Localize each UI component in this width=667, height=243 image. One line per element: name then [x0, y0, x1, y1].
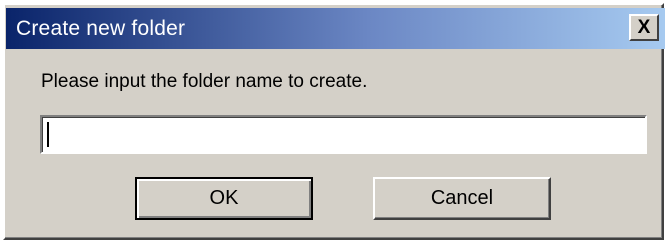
- window-title: Create new folder: [16, 16, 186, 40]
- close-icon: X: [637, 17, 651, 38]
- close-button[interactable]: X: [629, 14, 659, 41]
- title-bar[interactable]: Create new folder X: [6, 8, 665, 49]
- prompt-label: Please input the folder name to create.: [41, 71, 368, 92]
- cancel-button[interactable]: Cancel: [373, 177, 551, 220]
- ok-button[interactable]: OK: [135, 177, 313, 220]
- text-caret: [47, 122, 49, 147]
- cancel-button-label: Cancel: [430, 187, 494, 209]
- folder-name-input[interactable]: [40, 115, 647, 154]
- ok-button-label: OK: [209, 187, 239, 209]
